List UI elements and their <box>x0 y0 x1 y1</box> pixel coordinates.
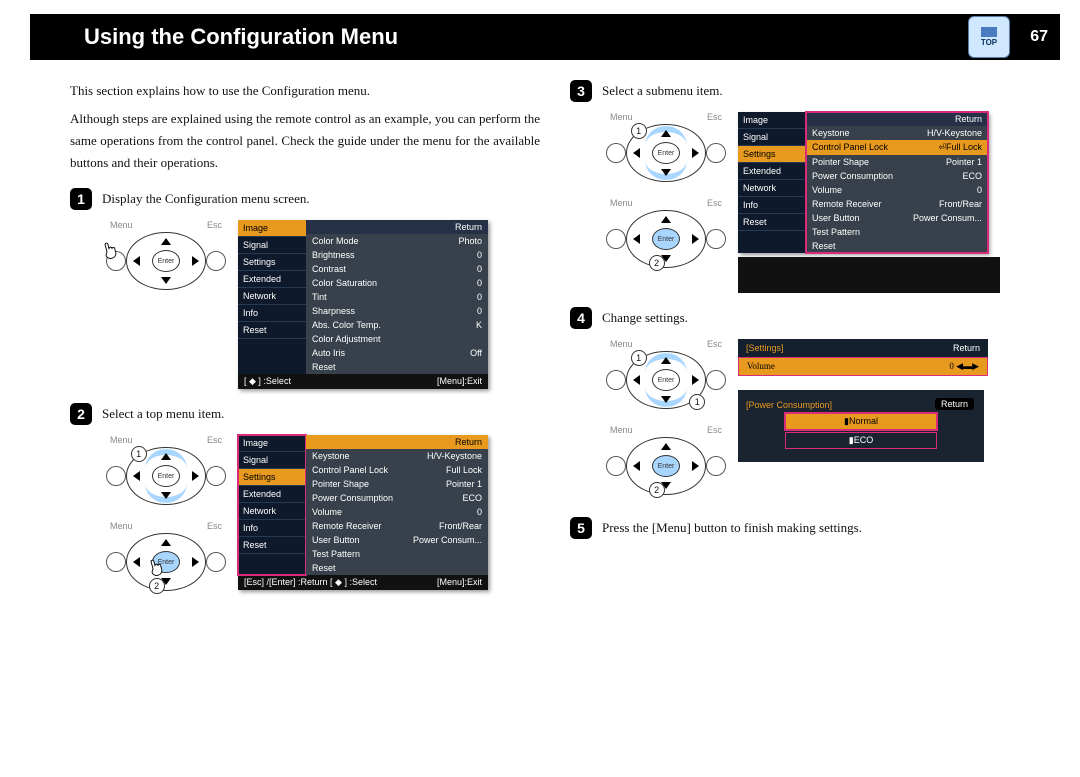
right-icon <box>192 256 199 266</box>
remote-figure-3a: Menu Esc Enter 1 <box>606 112 726 182</box>
esc-label: Esc <box>207 435 222 445</box>
esc-label: Esc <box>707 339 722 349</box>
enter-button[interactable]: Enter <box>152 250 180 272</box>
intro-p2: Although steps are explained using the r… <box>70 108 540 174</box>
bubble-2-icon: 2 <box>649 482 665 498</box>
esc-button[interactable] <box>706 456 726 476</box>
osd-step-3: ImageSignalSettingsExtendedNetworkInfoRe… <box>738 112 988 253</box>
menu-label: Menu <box>610 198 633 208</box>
menu-button[interactable] <box>606 370 626 390</box>
esc-label: Esc <box>707 198 722 208</box>
esc-label: Esc <box>207 521 222 531</box>
menu-button[interactable] <box>606 143 626 163</box>
menu-button[interactable] <box>106 466 126 486</box>
menu-label: Menu <box>110 521 133 531</box>
esc-button[interactable] <box>206 552 226 572</box>
remote-figure-1: Menu Esc Enter <box>106 220 226 290</box>
osd-step-2: ImageSignalSettingsExtendedNetworkInfoRe… <box>238 435 488 590</box>
bubble-1-icon: 1 <box>689 394 705 410</box>
step-2-badge: 2 <box>70 403 92 425</box>
enter-button[interactable]: Enter <box>652 369 680 391</box>
step-1-badge: 1 <box>70 188 92 210</box>
opt-normal[interactable]: ▮Normal <box>786 414 936 429</box>
esc-label: Esc <box>707 425 722 435</box>
return-label: Return <box>455 437 482 447</box>
left-column: This section explains how to use the Con… <box>70 80 540 591</box>
osd-settings-label: [Settings] <box>746 343 784 353</box>
volume-label: Volume <box>747 361 775 372</box>
down-icon <box>161 277 171 284</box>
menu-button[interactable] <box>606 456 626 476</box>
enter-button[interactable]: Enter <box>652 455 680 477</box>
bubble-1-icon: 1 <box>631 123 647 139</box>
house-icon <box>981 27 997 37</box>
esc-button[interactable] <box>706 229 726 249</box>
esc-button[interactable] <box>206 466 226 486</box>
right-column: 3 Select a submenu item. Menu Esc Enter <box>570 80 1040 591</box>
step-3-text: Select a submenu item. <box>602 80 723 99</box>
enter-button[interactable]: Enter <box>652 142 680 164</box>
esc-label: Esc <box>207 220 222 230</box>
pc-title: [Power Consumption] <box>746 400 832 410</box>
bubble-1-icon: 1 <box>631 350 647 366</box>
opt-eco[interactable]: ▮ECO <box>786 433 936 448</box>
header-bar: Using the Configuration Menu TOP 67 <box>30 14 1060 60</box>
menu-label: Menu <box>110 220 133 230</box>
remote-figure-4a: Menu Esc Enter 1 1 <box>606 339 726 409</box>
osd-power-consumption: [Power Consumption] Return ▮Normal ▮ECO <box>738 390 984 462</box>
step-1-text: Display the Configuration menu screen. <box>102 188 310 207</box>
page-number: 67 <box>1030 28 1048 46</box>
menu-button[interactable] <box>106 552 126 572</box>
osd-foot-left: [ ◆ ] :Select <box>244 376 291 387</box>
esc-label: Esc <box>707 112 722 122</box>
step-2-text: Select a top menu item. <box>102 403 224 422</box>
dpad[interactable]: Enter 2 <box>626 437 707 495</box>
return-label: Return <box>935 398 974 410</box>
osd-3-footer: [Esc] :Return [ ◆ ] :Select [Enter] :Ent… <box>738 257 1000 293</box>
step-5-badge: 5 <box>570 517 592 539</box>
volume-value: 0 <box>949 361 954 371</box>
menu-label: Menu <box>610 339 633 349</box>
esc-button[interactable] <box>206 251 226 271</box>
step-4-badge: 4 <box>570 307 592 329</box>
top-label: TOP <box>981 38 997 47</box>
dpad[interactable]: Enter <box>126 232 207 290</box>
dpad[interactable]: Enter 1 <box>626 124 707 182</box>
menu-button[interactable] <box>606 229 626 249</box>
step-3-badge: 3 <box>570 80 592 102</box>
remote-figure-2b: MenuEsc Enter 2 <box>106 521 226 591</box>
osd-foot-right: [Menu]:Exit <box>437 577 482 588</box>
menu-label: Menu <box>610 425 633 435</box>
remote-figure-2a: Menu Esc Enter 1 <box>106 435 226 505</box>
return-label: Return <box>455 222 482 232</box>
top-icon[interactable]: TOP <box>968 16 1010 58</box>
osd-volume: [Settings]Return Volume0 ◀▬▶ <box>738 339 988 376</box>
esc-button[interactable] <box>706 143 726 163</box>
bubble-2-icon: 2 <box>149 578 165 594</box>
return-label: Return <box>953 343 980 353</box>
enter-button[interactable]: Enter <box>652 228 680 250</box>
remote-figure-4b: Menu Esc Enter 2 <box>606 425 726 495</box>
dpad[interactable]: Enter 1 1 <box>626 351 707 409</box>
enter-button[interactable]: Enter <box>152 465 180 487</box>
page-title: Using the Configuration Menu <box>84 24 398 50</box>
intro-p1: This section explains how to use the Con… <box>70 80 540 102</box>
bubble-2-icon: 2 <box>649 255 665 271</box>
osd-step-1: ImageSignalSettingsExtendedNetworkInfoRe… <box>238 220 488 389</box>
up-icon <box>161 238 171 245</box>
dpad[interactable]: Enter 2 <box>626 210 707 268</box>
bubble-1-icon: 1 <box>131 446 147 462</box>
osd-foot-right: [Menu]:Exit <box>437 376 482 387</box>
step-5-text: Press the [Menu] button to finish making… <box>602 517 862 536</box>
esc-button[interactable] <box>706 370 726 390</box>
dpad[interactable]: Enter 1 <box>126 447 207 505</box>
left-icon <box>133 256 140 266</box>
osd-foot-left: [Esc] /[Enter] :Return [ ◆ ] :Select <box>244 577 377 588</box>
return-label: Return <box>955 114 982 124</box>
step-4-text: Change settings. <box>602 307 688 326</box>
menu-label: Menu <box>110 435 133 445</box>
menu-label: Menu <box>610 112 633 122</box>
remote-figure-3b: Menu Esc Enter 2 <box>606 198 726 268</box>
